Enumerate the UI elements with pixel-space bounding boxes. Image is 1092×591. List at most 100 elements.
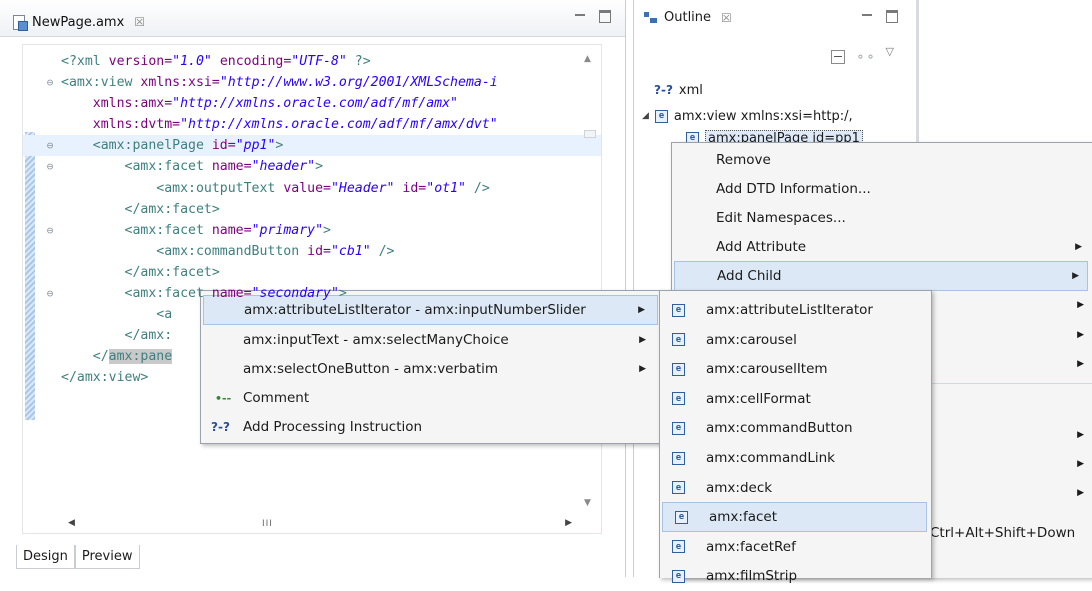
link-with-editor-icon[interactable]: ⚬⚬ bbox=[855, 50, 875, 64]
menu-item-remove[interactable]: Remove bbox=[672, 145, 1090, 175]
fold-toggle-icon[interactable]: ⊖ bbox=[39, 156, 61, 177]
menu-item-label: amx:attributeListIterator bbox=[706, 302, 873, 318]
menu-item-element[interactable]: e amx:filmStrip bbox=[660, 561, 929, 591]
code-token: > bbox=[315, 159, 324, 175]
expanded-twisty-icon[interactable]: ◢ bbox=[642, 111, 649, 121]
code-line[interactable]: <amx:commandButton id="cb1" /> bbox=[39, 241, 498, 262]
scroll-up-icon[interactable]: ▲ bbox=[584, 54, 591, 64]
menu-item-label: Add DTD Information... bbox=[716, 181, 871, 197]
code-token: xmlns:amx= bbox=[61, 96, 173, 112]
processing-instruction-icon: ?-? bbox=[211, 420, 230, 434]
menu-item-add-attribute[interactable]: Add Attribute ▶ bbox=[672, 232, 1090, 262]
code-token: </amx: bbox=[61, 328, 173, 344]
code-line[interactable]: xmlns:amx="http://xmlns.oracle.com/adf/m… bbox=[39, 93, 498, 114]
code-line[interactable]: <?xml version="1.0" encoding="UTF-8" ?> bbox=[39, 51, 498, 72]
scroll-thumb[interactable] bbox=[584, 130, 596, 138]
element-icon: e bbox=[672, 481, 685, 495]
editor-window-controls bbox=[575, 10, 611, 23]
menu-item-label: amx:inputText - amx:selectManyChoice bbox=[243, 332, 509, 348]
menu-item-comment[interactable]: •-- Comment bbox=[201, 383, 660, 413]
element-icon: e bbox=[672, 451, 685, 465]
menu-item-add-processing-instruction[interactable]: ?-? Add Processing Instruction bbox=[201, 412, 660, 442]
code-token: </amx:facet> bbox=[61, 264, 220, 280]
code-line[interactable]: </amx:facet> bbox=[39, 262, 498, 283]
code-token: <amx:panelPage bbox=[61, 138, 212, 154]
menu-item-element[interactable]: e amx:cellFormat bbox=[660, 384, 929, 414]
scroll-grip[interactable]: III bbox=[262, 519, 273, 529]
menu-item-element[interactable]: e amx:commandButton bbox=[660, 413, 929, 443]
code-token: </ bbox=[61, 349, 109, 365]
view-menu-icon[interactable]: ▽ bbox=[886, 45, 894, 58]
fold-toggle-icon[interactable]: ⊖ bbox=[39, 72, 61, 93]
scroll-down-icon[interactable]: ▼ bbox=[584, 498, 591, 508]
code-token: <amx:facet bbox=[61, 159, 212, 175]
code-line[interactable]: ⊖ <amx:facet name="header"> bbox=[39, 156, 498, 177]
menu-item-element[interactable]: e amx:deck bbox=[660, 473, 929, 503]
code-token: "header" bbox=[251, 159, 316, 175]
collapse-all-icon[interactable] bbox=[831, 50, 846, 64]
element-icon: e bbox=[672, 333, 685, 347]
submenu-arrow-icon: ▶ bbox=[1072, 271, 1079, 281]
submenu-arrow-icon: ▶ bbox=[639, 335, 646, 345]
tab-design[interactable]: Design bbox=[16, 545, 75, 569]
element-icon: e bbox=[672, 540, 685, 554]
scroll-right-icon[interactable]: ▶ bbox=[565, 518, 572, 528]
amx-file-icon bbox=[12, 14, 28, 31]
menu-item-group-3[interactable]: amx:selectOneButton - amx:verbatim ▶ bbox=[201, 354, 660, 384]
menu-item-element[interactable]: e amx:facet bbox=[662, 502, 927, 533]
scroll-left-icon[interactable]: ◀ bbox=[68, 518, 75, 528]
element-icon: e bbox=[672, 421, 685, 435]
minimize-icon[interactable] bbox=[575, 14, 585, 18]
code-token: </amx:view> bbox=[61, 370, 149, 386]
code-line[interactable]: ⊖ <amx:panelPage id="pp1"> bbox=[23, 135, 601, 157]
code-token: value= bbox=[283, 180, 331, 196]
code-token: ?> bbox=[346, 54, 371, 69]
code-token: "primary" bbox=[251, 222, 324, 238]
close-tab-icon[interactable]: ☒ bbox=[134, 15, 145, 29]
element-icon: e bbox=[654, 109, 668, 123]
minimize-icon[interactable] bbox=[862, 14, 872, 18]
code-editor[interactable]: <?xml version="1.0" encoding="UTF-8" ?> ⊖… bbox=[22, 44, 602, 534]
editor-tab-newpage[interactable]: NewPage.amx ☒ bbox=[12, 10, 145, 34]
outline-tab[interactable]: Outline ☒ bbox=[644, 10, 732, 25]
fold-toggle-icon[interactable]: ⊖ bbox=[39, 135, 61, 156]
menu-item-label: amx:commandLink bbox=[706, 450, 835, 466]
code-token: encoding= bbox=[211, 54, 292, 69]
menu-item-label: amx:commandButton bbox=[706, 420, 853, 437]
close-tab-icon[interactable]: ☒ bbox=[721, 11, 732, 25]
menu-item-group-2[interactable]: amx:inputText - amx:selectManyChoice ▶ bbox=[201, 325, 660, 355]
tree-node-amx-view[interactable]: ◢ e amx:view xmlns:xsi=http:/, bbox=[642, 106, 853, 126]
maximize-icon[interactable] bbox=[599, 10, 611, 23]
change-ruler bbox=[23, 45, 35, 533]
submenu-arrow-icon: ▶ bbox=[1077, 300, 1084, 310]
code-token: "http://xmlns.oracle.com/adf/mf/amx" bbox=[172, 96, 458, 112]
menu-item-element[interactable]: e amx:carouselItem bbox=[660, 354, 929, 384]
code-line[interactable]: ⊖ <amx:view xmlns:xsi="http://www.w3.org/… bbox=[39, 72, 498, 93]
editor-tab-label: NewPage.amx bbox=[32, 14, 125, 30]
code-line[interactable]: xmlns:dvtm="http://xmlns.oracle.com/adf/… bbox=[39, 114, 498, 135]
tab-preview[interactable]: Preview bbox=[74, 545, 140, 569]
code-token: version= bbox=[108, 54, 173, 69]
menu-item-label: amx:facet bbox=[709, 509, 778, 526]
code-line[interactable]: </amx:facet> bbox=[39, 199, 498, 220]
horizontal-scrollbar[interactable]: ◀ III ▶ bbox=[52, 518, 572, 532]
menu-item-element[interactable]: e amx:commandLink bbox=[660, 443, 929, 473]
element-icon: e bbox=[672, 569, 685, 583]
menu-item-edit-namespaces[interactable]: Edit Namespaces... bbox=[672, 203, 1090, 233]
menu-item-element[interactable]: e amx:carousel bbox=[660, 325, 929, 355]
menu-item-label: amx:attributeListIterator - amx:inputNum… bbox=[244, 302, 586, 318]
menu-item-label: amx:facetRef bbox=[706, 538, 796, 555]
tree-node-xml[interactable]: ?-? xml bbox=[654, 80, 703, 100]
outline-toolbar: ⚬⚬ ▽ bbox=[831, 45, 894, 64]
fold-toggle-icon[interactable]: ⊖ bbox=[39, 283, 61, 304]
menu-item-element[interactable]: e amx:facetRef bbox=[660, 532, 929, 562]
code-line[interactable]: <amx:outputText value="Header" id="ot1" … bbox=[39, 178, 498, 199]
code-token: id= bbox=[307, 243, 331, 259]
fold-toggle-icon[interactable]: ⊖ bbox=[39, 220, 61, 241]
code-token: "http://www.w3.org/2001/XMLSchema-i bbox=[219, 75, 498, 91]
menu-item-add-child[interactable]: Add Child ▶ bbox=[674, 261, 1088, 291]
menu-item-add-dtd[interactable]: Add DTD Information... bbox=[672, 174, 1090, 204]
code-line[interactable]: ⊖ <amx:facet name="primary"> bbox=[39, 220, 498, 241]
menu-item-element[interactable]: e amx:attributeListIterator bbox=[660, 295, 929, 325]
maximize-icon[interactable] bbox=[886, 10, 898, 23]
